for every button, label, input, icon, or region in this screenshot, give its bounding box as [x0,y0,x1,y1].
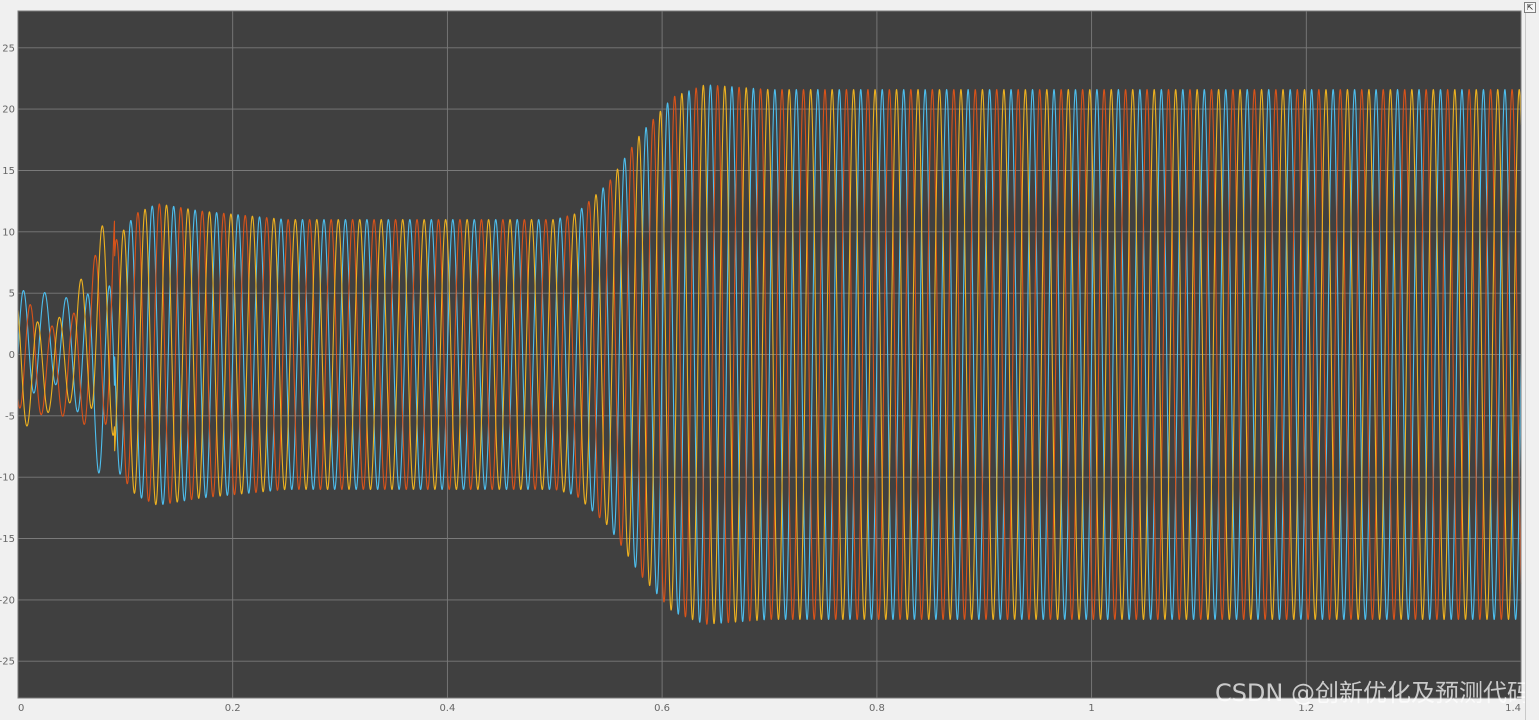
y-tick-label: -25 [0,657,15,668]
y-tick-label: -15 [0,534,15,545]
x-tick-label: 0.8 [869,703,885,714]
right-scrollbar[interactable] [1525,12,1539,720]
x-tick-label: 0.6 [654,703,670,714]
y-tick-label: 25 [2,43,15,54]
undock-button[interactable]: ⇱ [1524,2,1536,13]
undock-icon: ⇱ [1526,3,1534,12]
y-tick-label: 10 [2,227,15,238]
scope-plot: 0 0.2 0.4 0.6 0.8 1 1.2 1.4-25-20-15-10-5051015… [0,0,1539,720]
x-tick-label: 1 [1088,703,1094,714]
watermark-text: CSDN @创新优化及预测代码 [1215,679,1531,707]
y-tick-label: -20 [0,595,15,606]
x-tick-label: 0.4 [439,703,455,714]
y-tick-label: -5 [5,411,15,422]
y-tick-label: -10 [0,473,15,484]
x-tick-label: 0.2 [225,703,241,714]
y-tick-label: 15 [2,166,15,177]
x-tick-label: 0 [18,703,24,714]
y-tick-label: 0 [9,350,15,361]
y-tick-label: 20 [2,105,15,116]
y-tick-label: 5 [9,289,15,300]
